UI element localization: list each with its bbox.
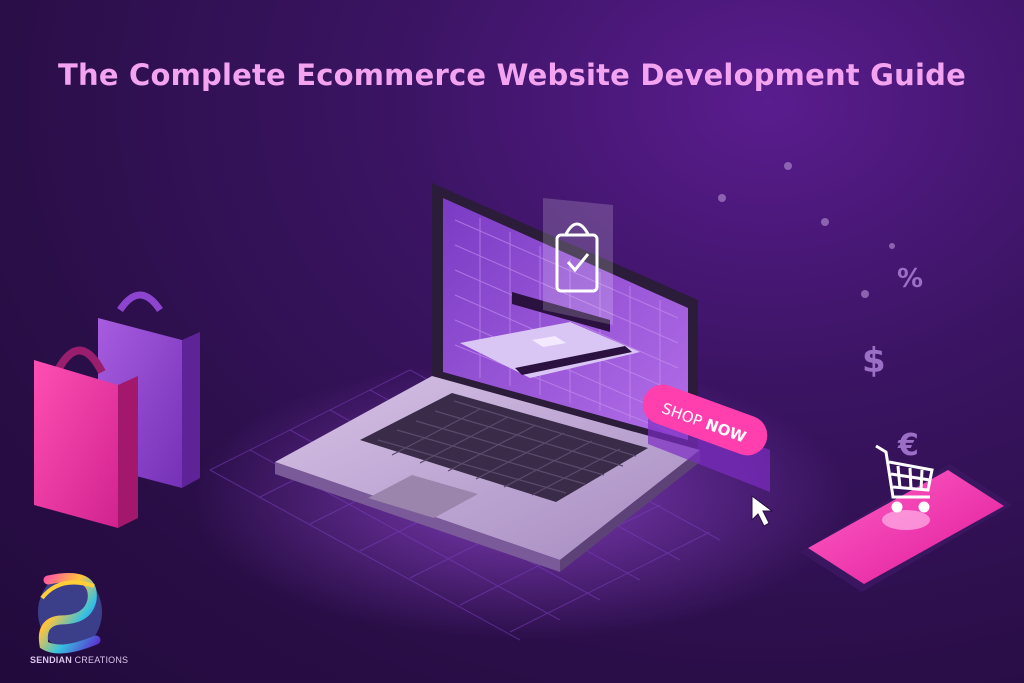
euro-symbol: € — [897, 428, 919, 463]
dollar-symbol: $ — [862, 341, 886, 381]
shopping-bag-icon — [543, 198, 613, 325]
brand-name-rest: CREATIONS — [71, 655, 129, 665]
brand-name-bold: SENDIAN — [30, 655, 72, 665]
brand-name: SENDIAN CREATIONS — [30, 655, 128, 665]
shopping-bags — [34, 291, 200, 528]
percent-symbol: % — [897, 264, 923, 294]
ecommerce-illustration: SHOP NOW % $ € — [34, 162, 1012, 654]
floating-dots — [718, 162, 895, 298]
brand-logo-icon — [38, 573, 102, 654]
